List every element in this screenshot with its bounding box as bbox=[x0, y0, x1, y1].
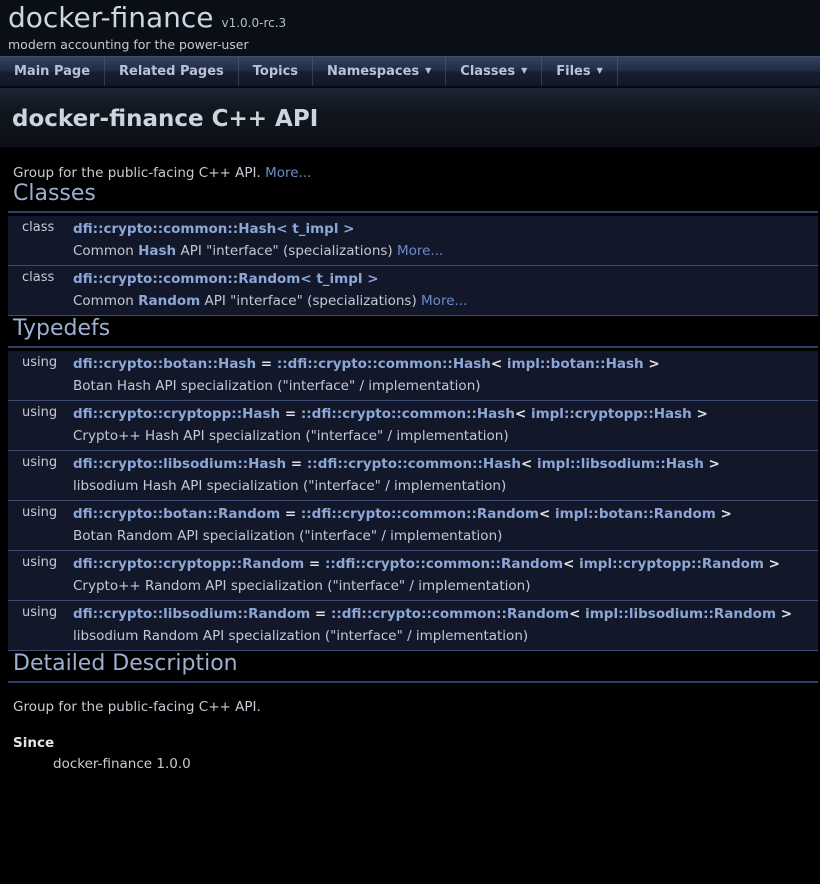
member-kind: class bbox=[8, 266, 73, 315]
chevron-down-icon: ▼ bbox=[521, 56, 527, 85]
hash-link[interactable]: Hash bbox=[138, 243, 176, 259]
class-declaration: dfi::crypto::common::Hash< t_impl > bbox=[73, 220, 814, 238]
typedef-declaration: dfi::crypto::cryptopp::Random = ::dfi::c… bbox=[73, 555, 814, 573]
member-kind: class bbox=[8, 216, 73, 265]
typedef-declaration: dfi::crypto::botan::Hash = ::dfi::crypto… bbox=[73, 355, 814, 373]
typedef-name-link[interactable]: dfi::crypto::libsodium::Hash bbox=[73, 456, 286, 472]
typedef-row: using dfi::crypto::cryptopp::Hash = ::df… bbox=[8, 401, 818, 451]
member-kind: using bbox=[8, 401, 73, 450]
typedef-declaration: dfi::crypto::libsodium::Hash = ::dfi::cr… bbox=[73, 455, 814, 473]
random-link[interactable]: Random bbox=[138, 293, 200, 309]
since-value: docker-finance 1.0.0 bbox=[53, 756, 818, 772]
main-nav: Main Page Related Pages Topics Namespace… bbox=[0, 56, 820, 86]
typedef-row: using dfi::crypto::libsodium::Hash = ::d… bbox=[8, 451, 818, 501]
impl-type-link[interactable]: impl::cryptopp::Random bbox=[579, 556, 764, 572]
project-brief: modern accounting for the power-user bbox=[8, 37, 820, 52]
member-kind: using bbox=[8, 601, 73, 650]
class-link[interactable]: dfi::crypto::common::Random< t_impl > bbox=[73, 271, 379, 287]
common-type-link[interactable]: ::dfi::crypto::common::Hash bbox=[301, 406, 515, 422]
typedef-description: libsodium Random API specialization ("in… bbox=[73, 627, 814, 645]
typedef-name-link[interactable]: dfi::crypto::botan::Random bbox=[73, 506, 280, 522]
more-link[interactable]: More... bbox=[265, 165, 311, 181]
class-row: class dfi::crypto::common::Random< t_imp… bbox=[8, 266, 818, 316]
common-type-link[interactable]: ::dfi::crypto::common::Random bbox=[325, 556, 563, 572]
impl-type-link[interactable]: impl::botan::Random bbox=[555, 506, 716, 522]
group-intro: Group for the public-facing C++ API. Mor… bbox=[13, 165, 818, 181]
more-link[interactable]: More... bbox=[397, 243, 443, 259]
chevron-down-icon: ▼ bbox=[597, 56, 603, 85]
class-description: Common Hash API "interface" (specializat… bbox=[73, 242, 814, 260]
member-kind: using bbox=[8, 451, 73, 500]
member-kind: using bbox=[8, 501, 73, 550]
class-link[interactable]: dfi::crypto::common::Hash< t_impl > bbox=[73, 221, 354, 237]
classes-heading: Classes bbox=[8, 181, 818, 213]
typedefs-heading: Typedefs bbox=[8, 316, 818, 348]
chevron-down-icon: ▼ bbox=[425, 56, 431, 85]
nav-tab-related-pages[interactable]: Related Pages bbox=[105, 57, 239, 86]
typedefs-table: using dfi::crypto::botan::Hash = ::dfi::… bbox=[8, 351, 818, 651]
member-kind: using bbox=[8, 351, 73, 400]
typedef-row: using dfi::crypto::botan::Random = ::dfi… bbox=[8, 501, 818, 551]
typedef-description: Botan Hash API specialization ("interfac… bbox=[73, 377, 814, 395]
classes-table: class dfi::crypto::common::Hash< t_impl … bbox=[8, 216, 818, 316]
since-label: Since bbox=[13, 735, 818, 751]
class-declaration: dfi::crypto::common::Random< t_impl > bbox=[73, 270, 814, 288]
typedef-declaration: dfi::crypto::cryptopp::Hash = ::dfi::cry… bbox=[73, 405, 814, 423]
member-kind: using bbox=[8, 551, 73, 600]
nav-tab-main-page[interactable]: Main Page bbox=[0, 57, 105, 86]
impl-type-link[interactable]: impl::botan::Hash bbox=[507, 356, 644, 372]
typedef-description: Crypto++ Hash API specialization ("inter… bbox=[73, 427, 814, 445]
class-row: class dfi::crypto::common::Hash< t_impl … bbox=[8, 216, 818, 266]
nav-tab-files[interactable]: Files▼ bbox=[542, 57, 618, 86]
typedef-name-link[interactable]: dfi::crypto::libsodium::Random bbox=[73, 606, 310, 622]
typedef-name-link[interactable]: dfi::crypto::botan::Hash bbox=[73, 356, 256, 372]
class-description: Common Random API "interface" (specializ… bbox=[73, 292, 814, 310]
contents: Group for the public-facing C++ API. Mor… bbox=[8, 165, 818, 772]
common-type-link[interactable]: ::dfi::crypto::common::Hash bbox=[307, 456, 521, 472]
nav-tab-namespaces[interactable]: Namespaces▼ bbox=[313, 57, 446, 86]
nav-tab-topics[interactable]: Topics bbox=[239, 57, 313, 86]
project-version: v1.0.0-rc.3 bbox=[221, 16, 286, 30]
common-type-link[interactable]: ::dfi::crypto::common::Hash bbox=[277, 356, 491, 372]
typedef-row: using dfi::crypto::botan::Hash = ::dfi::… bbox=[8, 351, 818, 401]
project-row: docker-finance v1.0.0-rc.3 bbox=[8, 1, 820, 34]
impl-type-link[interactable]: impl::cryptopp::Hash bbox=[531, 406, 692, 422]
page-header: docker-finance C++ API bbox=[0, 86, 820, 147]
typedef-declaration: dfi::crypto::libsodium::Random = ::dfi::… bbox=[73, 605, 814, 623]
detailed-description-text: Group for the public-facing C++ API. bbox=[13, 699, 818, 715]
title-area: docker-finance v1.0.0-rc.3 modern account… bbox=[0, 0, 820, 56]
typedef-name-link[interactable]: dfi::crypto::cryptopp::Random bbox=[73, 556, 304, 572]
typedef-description: libsodium Hash API specialization ("inte… bbox=[73, 477, 814, 495]
more-link[interactable]: More... bbox=[421, 293, 467, 309]
detailed-description-heading: Detailed Description bbox=[8, 651, 818, 683]
typedef-description: Crypto++ Random API specialization ("int… bbox=[73, 577, 814, 595]
impl-type-link[interactable]: impl::libsodium::Random bbox=[585, 606, 776, 622]
typedef-row: using dfi::crypto::libsodium::Random = :… bbox=[8, 601, 818, 651]
page-title: docker-finance C++ API bbox=[0, 88, 820, 132]
nav-tab-classes[interactable]: Classes▼ bbox=[446, 57, 542, 86]
project-name: docker-finance bbox=[8, 1, 213, 34]
typedef-declaration: dfi::crypto::botan::Random = ::dfi::cryp… bbox=[73, 505, 814, 523]
impl-type-link[interactable]: impl::libsodium::Hash bbox=[537, 456, 704, 472]
typedef-name-link[interactable]: dfi::crypto::cryptopp::Hash bbox=[73, 406, 280, 422]
typedef-description: Botan Random API specialization ("interf… bbox=[73, 527, 814, 545]
common-type-link[interactable]: ::dfi::crypto::common::Random bbox=[301, 506, 539, 522]
typedef-row: using dfi::crypto::cryptopp::Random = ::… bbox=[8, 551, 818, 601]
common-type-link[interactable]: ::dfi::crypto::common::Random bbox=[331, 606, 569, 622]
